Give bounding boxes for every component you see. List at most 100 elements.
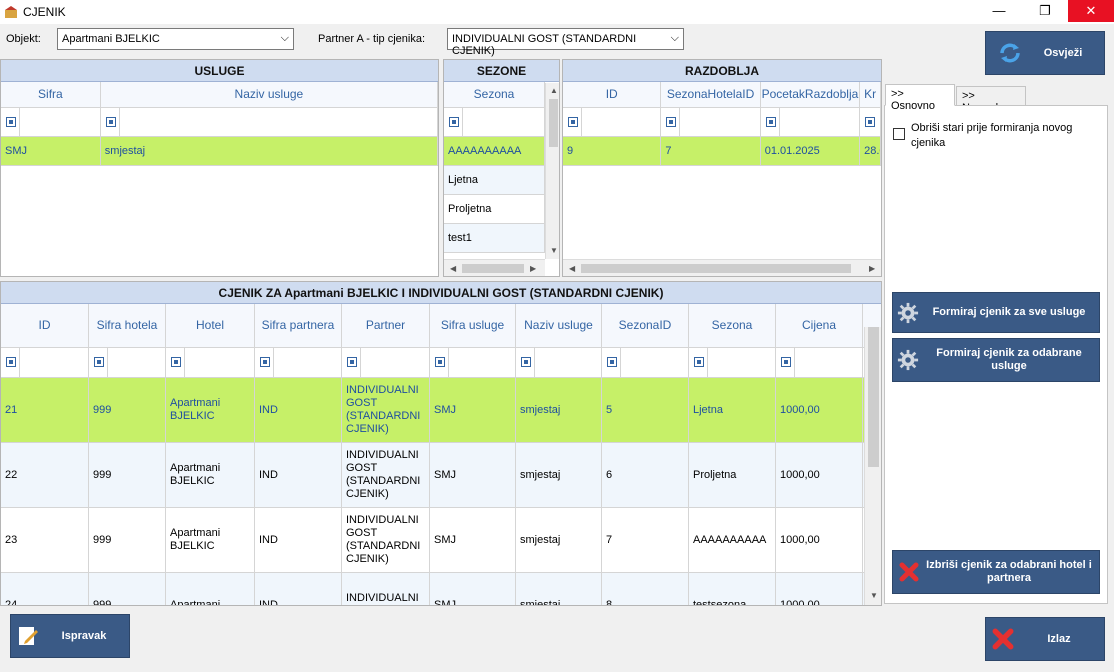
sezone-hscrollbar[interactable]: ◀ ▶ — [444, 259, 545, 276]
col-kr[interactable]: Kr — [860, 82, 881, 107]
chevron-down-icon: ⌵ — [670, 32, 679, 44]
scroll-thumb[interactable] — [549, 99, 558, 147]
cell-sezona-id: 5 — [602, 378, 689, 442]
list-item[interactable]: AAAAAAAAAA — [444, 137, 545, 166]
delete-price-label: Izbriši cjenik za odabrani hotel i partn… — [926, 559, 1092, 584]
cell-cijena: 1000,00 — [776, 378, 863, 442]
form-all-button[interactable]: Formiraj cjenik za sve usluge — [892, 292, 1100, 333]
delete-old-checkbox[interactable] — [893, 128, 905, 140]
cell-sezona-id: 8 — [602, 573, 689, 605]
filter-sezona-hotela-id[interactable] — [661, 108, 761, 136]
filter-icon — [260, 357, 270, 367]
filter-pocetak-razdoblja[interactable] — [761, 108, 861, 136]
razdoblja-title: RAZDOBLJA — [563, 60, 881, 82]
cell-sifra-hotela: 999 — [89, 378, 166, 442]
cell-sifra-partnera: IND — [255, 378, 342, 442]
scroll-left-icon: ◀ — [450, 264, 457, 273]
tab-osnovno[interactable]: >> Osnovno — [885, 84, 955, 112]
filter-icon — [347, 357, 357, 367]
filter-icon — [765, 117, 776, 127]
table-row[interactable]: SMJ smjestaj — [1, 137, 438, 166]
cell-id: 23 — [1, 508, 89, 572]
gear-icon — [897, 302, 919, 323]
list-item[interactable]: Ljetna — [444, 166, 545, 195]
objekt-value: Apartmani BJELKIC — [62, 33, 160, 45]
col-naziv-usluge[interactable]: Naziv usluge — [101, 82, 438, 107]
cell-sifra-usluge: SMJ — [430, 443, 516, 507]
filter-cijena[interactable] — [776, 348, 863, 377]
table-row[interactable]: 22 999 Apartmani BJELKIC IND INDIVIDUALNI GO… — [1, 443, 881, 508]
filter-naziv-usluge[interactable] — [101, 108, 438, 136]
list-item[interactable]: Proljetna — [444, 195, 545, 224]
objekt-select[interactable]: Apartmani BJELKIC ⌵ — [57, 28, 294, 50]
edit-button[interactable]: Ispravak — [10, 614, 130, 658]
form-selected-button[interactable]: Formiraj cjenik za odabrane usluge — [892, 338, 1100, 382]
table-row[interactable]: 23 999 Apartmani BJELKIC IND INDIVIDUALNI GO… — [1, 508, 881, 573]
scroll-thumb[interactable] — [581, 264, 851, 273]
filter-partner[interactable] — [342, 348, 430, 377]
cell-cijena: 1000,00 — [776, 573, 863, 605]
col-sifra-partnera[interactable]: Sifra partnera — [255, 304, 342, 347]
cell-hotel: Apartmani BJELKIC — [166, 443, 255, 507]
col-partner[interactable]: Partner — [342, 304, 430, 347]
cell-id: 24 — [1, 573, 89, 605]
cell-sifra-hotela: 999 — [89, 508, 166, 572]
delete-price-button[interactable]: Izbriši cjenik za odabrani hotel i partn… — [892, 550, 1100, 594]
list-item[interactable]: test1 — [444, 224, 545, 253]
col-naziv-usluge[interactable]: Naziv usluge — [516, 304, 602, 347]
col-id[interactable]: ID — [1, 304, 89, 347]
razdoblja-hscrollbar[interactable]: ◀ ▶ — [563, 259, 881, 276]
table-row[interactable]: 24999ApartmaniINDINDIVIDUALNI GOSTSMJsmj… — [1, 573, 881, 605]
filter-sifra-hotela[interactable] — [89, 348, 166, 377]
sezone-title: SEZONE — [444, 60, 559, 82]
partner-select[interactable]: INDIVIDUALNI GOST (STANDARDNI CJENIK) ⌵ — [447, 28, 684, 57]
sezone-vscrollbar[interactable]: ▲ ▼ — [545, 83, 559, 259]
refresh-label: Osvježi — [1043, 46, 1083, 59]
filter-naziv-usluge[interactable] — [516, 348, 602, 377]
exit-button[interactable]: Izlaz — [985, 617, 1105, 661]
close-button[interactable]: ✕ — [1068, 0, 1114, 22]
cell-sifra-hotela: 999 — [89, 443, 166, 507]
chevron-down-icon: ⌵ — [280, 32, 289, 44]
col-sifra-usluge[interactable]: Sifra usluge — [430, 304, 516, 347]
filter-kr[interactable] — [860, 108, 881, 136]
cjenik-vscrollbar[interactable]: ▼ — [864, 327, 881, 605]
filter-sezona[interactable] — [689, 348, 776, 377]
filter-icon — [435, 357, 445, 367]
col-sezona-hotela-id[interactable]: SezonaHotelaID — [661, 82, 761, 107]
usluge-panel: USLUGE Sifra Naziv usluge SMJ smjestaj — [0, 59, 439, 277]
filter-hotel[interactable] — [166, 348, 255, 377]
filter-sifra-partnera[interactable] — [255, 348, 342, 377]
col-sezona[interactable]: Sezona — [444, 82, 545, 107]
filter-sifra[interactable] — [1, 108, 101, 136]
col-sifra-hotela[interactable]: Sifra hotela — [89, 304, 166, 347]
cjenik-title: CJENIK ZA Apartmani BJELKIC I INDIVIDUAL… — [1, 282, 881, 304]
filter-sezona[interactable] — [444, 108, 545, 136]
exit-label: Izlaz — [1047, 632, 1071, 645]
col-id[interactable]: ID — [563, 82, 662, 107]
maximize-button[interactable]: ❐ — [1022, 0, 1068, 22]
tab-napredno[interactable]: >> Napredno — [956, 86, 1026, 114]
refresh-button[interactable]: Osvježi — [985, 31, 1105, 75]
filter-sezona-id[interactable] — [602, 348, 689, 377]
filter-sifra-usluge[interactable] — [430, 348, 516, 377]
scroll-right-icon: ▶ — [530, 264, 537, 273]
col-sifra[interactable]: Sifra — [1, 82, 101, 107]
col-sezona-id[interactable]: SezonaID — [602, 304, 689, 347]
cell-sifra-hotela: 999 — [89, 573, 166, 605]
col-pocetak-razdoblja[interactable]: PocetakRazdoblja — [761, 82, 861, 107]
cell-cijena: 1000,00 — [776, 443, 863, 507]
partner-value: INDIVIDUALNI GOST (STANDARDNI CJENIK) — [452, 33, 637, 57]
table-row[interactable]: 21 999 Apartmani BJELKIC IND INDIVIDUALNI GO… — [1, 378, 881, 443]
col-hotel[interactable]: Hotel — [166, 304, 255, 347]
window-title: CJENIK — [23, 5, 66, 19]
minimize-button[interactable]: — — [976, 0, 1022, 22]
scroll-thumb[interactable] — [462, 264, 524, 273]
scroll-right-icon: ▶ — [869, 264, 876, 273]
col-cijena[interactable]: Cijena — [776, 304, 863, 347]
table-row[interactable]: 9 7 01.01.2025 28.0 — [563, 137, 881, 166]
col-sezona[interactable]: Sezona — [689, 304, 776, 347]
filter-id[interactable] — [563, 108, 662, 136]
scroll-thumb[interactable] — [868, 327, 879, 467]
filter-id[interactable] — [1, 348, 89, 377]
